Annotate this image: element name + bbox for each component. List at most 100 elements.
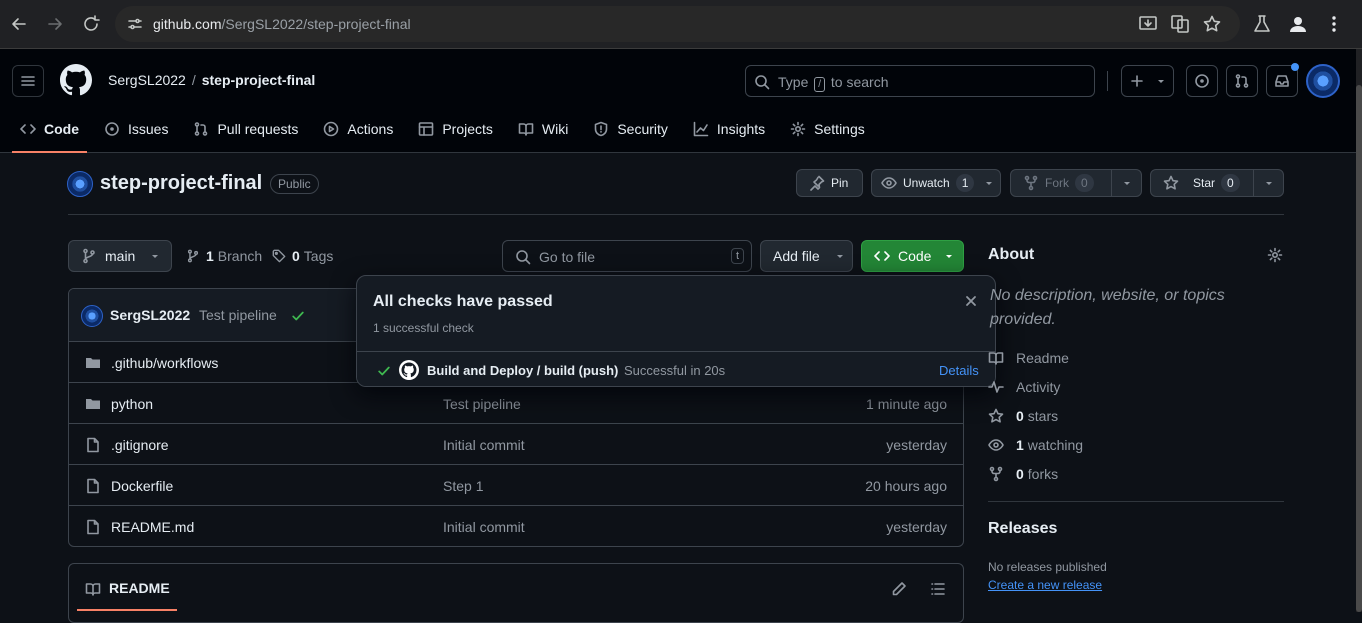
pin-label: Pin [831, 176, 849, 190]
tab-insights[interactable]: Insights [685, 109, 773, 149]
chevron-down-icon[interactable] [1111, 170, 1142, 196]
file-name[interactable]: python [111, 396, 153, 412]
forward-icon[interactable] [44, 13, 66, 35]
tab-wiki[interactable]: Wiki [510, 109, 576, 149]
file-name[interactable]: .github/workflows [111, 355, 218, 371]
graph-icon [693, 121, 709, 137]
breadcrumb: SergSL2022 / step-project-final [108, 72, 315, 88]
file-name[interactable]: .gitignore [111, 437, 169, 453]
fork-button[interactable]: Fork 0 [1010, 169, 1142, 197]
unwatch-button[interactable]: Unwatch 1 [871, 169, 1001, 197]
shortcut-key: t [730, 248, 744, 264]
tab-security[interactable]: Security [585, 109, 676, 149]
file-name[interactable]: README.md [111, 519, 194, 535]
pin-button[interactable]: Pin [796, 169, 863, 197]
table-row[interactable]: python Test pipeline 1 minute ago [69, 383, 963, 424]
tags-link[interactable]: 0 Tags [272, 248, 333, 264]
code-label: Code [898, 248, 932, 264]
tab-actions[interactable]: Actions [315, 109, 401, 149]
tab-code[interactable]: Code [12, 109, 87, 153]
star-button[interactable]: Star 0 [1150, 169, 1284, 197]
tab-label: Projects [442, 121, 493, 137]
code-icon [874, 251, 890, 261]
tab-issues[interactable]: Issues [96, 109, 176, 149]
chevron-down-icon[interactable] [1253, 170, 1284, 196]
branch-icon [187, 249, 199, 263]
labs-flask-icon[interactable] [1252, 14, 1272, 34]
forks-link[interactable]: 0 forks [988, 466, 1058, 482]
releases-heading[interactable]: Releases [988, 520, 1057, 538]
divider [1107, 71, 1108, 91]
add-file-button[interactable]: Add file [760, 240, 853, 272]
table-row[interactable]: Dockerfile Step 1 20 hours ago [69, 465, 963, 506]
address-bar[interactable]: github.com/SergSL2022/step-project-final [115, 6, 1240, 42]
file-name[interactable]: Dockerfile [111, 478, 173, 494]
branch-selector[interactable]: main [68, 240, 172, 272]
scrollbar[interactable] [1356, 49, 1362, 612]
tag-label: Tags [303, 248, 334, 264]
back-icon[interactable] [8, 13, 30, 35]
file-commit-message[interactable]: Initial commit [443, 437, 525, 453]
go-to-file-input[interactable]: Go to file t [502, 240, 752, 272]
tab-settings[interactable]: Settings [782, 109, 873, 149]
branch-label: Branch [217, 248, 263, 264]
tab-pull-requests[interactable]: Pull requests [185, 109, 306, 149]
check-icon[interactable] [291, 309, 305, 323]
list-outline-icon[interactable] [930, 581, 946, 597]
menu-kebab-icon[interactable] [1324, 14, 1344, 34]
file-time: 1 minute ago [866, 396, 947, 412]
reload-icon[interactable] [80, 13, 102, 35]
readme-tab[interactable]: README [109, 580, 170, 596]
table-row[interactable]: .gitignore Initial commit yesterday [69, 424, 963, 465]
translate-icon[interactable] [1170, 14, 1190, 34]
file-commit-message[interactable]: Initial commit [443, 519, 525, 535]
code-icon [20, 124, 36, 134]
hamburger-menu-button[interactable] [12, 65, 44, 97]
issues-button[interactable] [1186, 65, 1218, 97]
unwatch-label: Unwatch [903, 176, 950, 190]
folder-icon [85, 396, 101, 412]
bookmark-star-icon[interactable] [1202, 14, 1222, 34]
site-settings-icon[interactable] [127, 16, 143, 32]
fork-count: 0 [1075, 174, 1094, 192]
code-button[interactable]: Code [861, 240, 964, 272]
breadcrumb-owner[interactable]: SergSL2022 [108, 72, 186, 88]
tab-projects[interactable]: Projects [410, 109, 501, 149]
search-input[interactable]: Type / to search [745, 65, 1095, 97]
watching-link[interactable]: 1 watching [988, 437, 1083, 453]
activity-link[interactable]: Activity [988, 379, 1060, 395]
about-heading: About [988, 246, 1035, 263]
star-icon [988, 408, 1004, 423]
close-icon[interactable] [963, 293, 979, 309]
create-release-link[interactable]: Create a new release [988, 578, 1102, 592]
profile-icon[interactable] [1288, 14, 1308, 34]
readme-link[interactable]: Readme [988, 350, 1069, 366]
check-icon [377, 364, 391, 378]
commit-author[interactable]: SergSL2022 [110, 307, 190, 323]
file-commit-message[interactable]: Test pipeline [443, 396, 521, 412]
go-to-file-placeholder: Go to file [539, 249, 596, 265]
book-icon [988, 352, 1004, 365]
folder-icon [85, 355, 101, 371]
github-logo-icon[interactable] [60, 64, 92, 96]
breadcrumb-repo[interactable]: step-project-final [202, 72, 316, 88]
watch-count: 1 [955, 174, 975, 192]
create-new-button[interactable] [1121, 65, 1174, 97]
details-link[interactable]: Details [939, 363, 979, 378]
branches-link[interactable]: 1 Branch [186, 248, 262, 264]
stars-link[interactable]: 0 stars [988, 408, 1058, 424]
pencil-icon[interactable] [891, 581, 907, 597]
breadcrumb-separator: / [191, 72, 196, 88]
chevron-down-icon[interactable] [977, 170, 1001, 196]
scrollbar-thumb[interactable] [1356, 85, 1362, 612]
chevron-down-icon [836, 255, 843, 258]
avatar[interactable] [1306, 64, 1340, 98]
install-app-icon[interactable] [1138, 14, 1158, 34]
gear-icon[interactable] [1267, 247, 1283, 263]
table-row[interactable]: README.md Initial commit yesterday [69, 506, 963, 546]
pull-requests-button[interactable] [1226, 65, 1258, 97]
repo-title[interactable]: step-project-final [100, 172, 262, 195]
avatar[interactable] [81, 305, 103, 327]
file-commit-message[interactable]: Step 1 [443, 478, 483, 494]
commit-message[interactable]: Test pipeline [199, 307, 277, 323]
